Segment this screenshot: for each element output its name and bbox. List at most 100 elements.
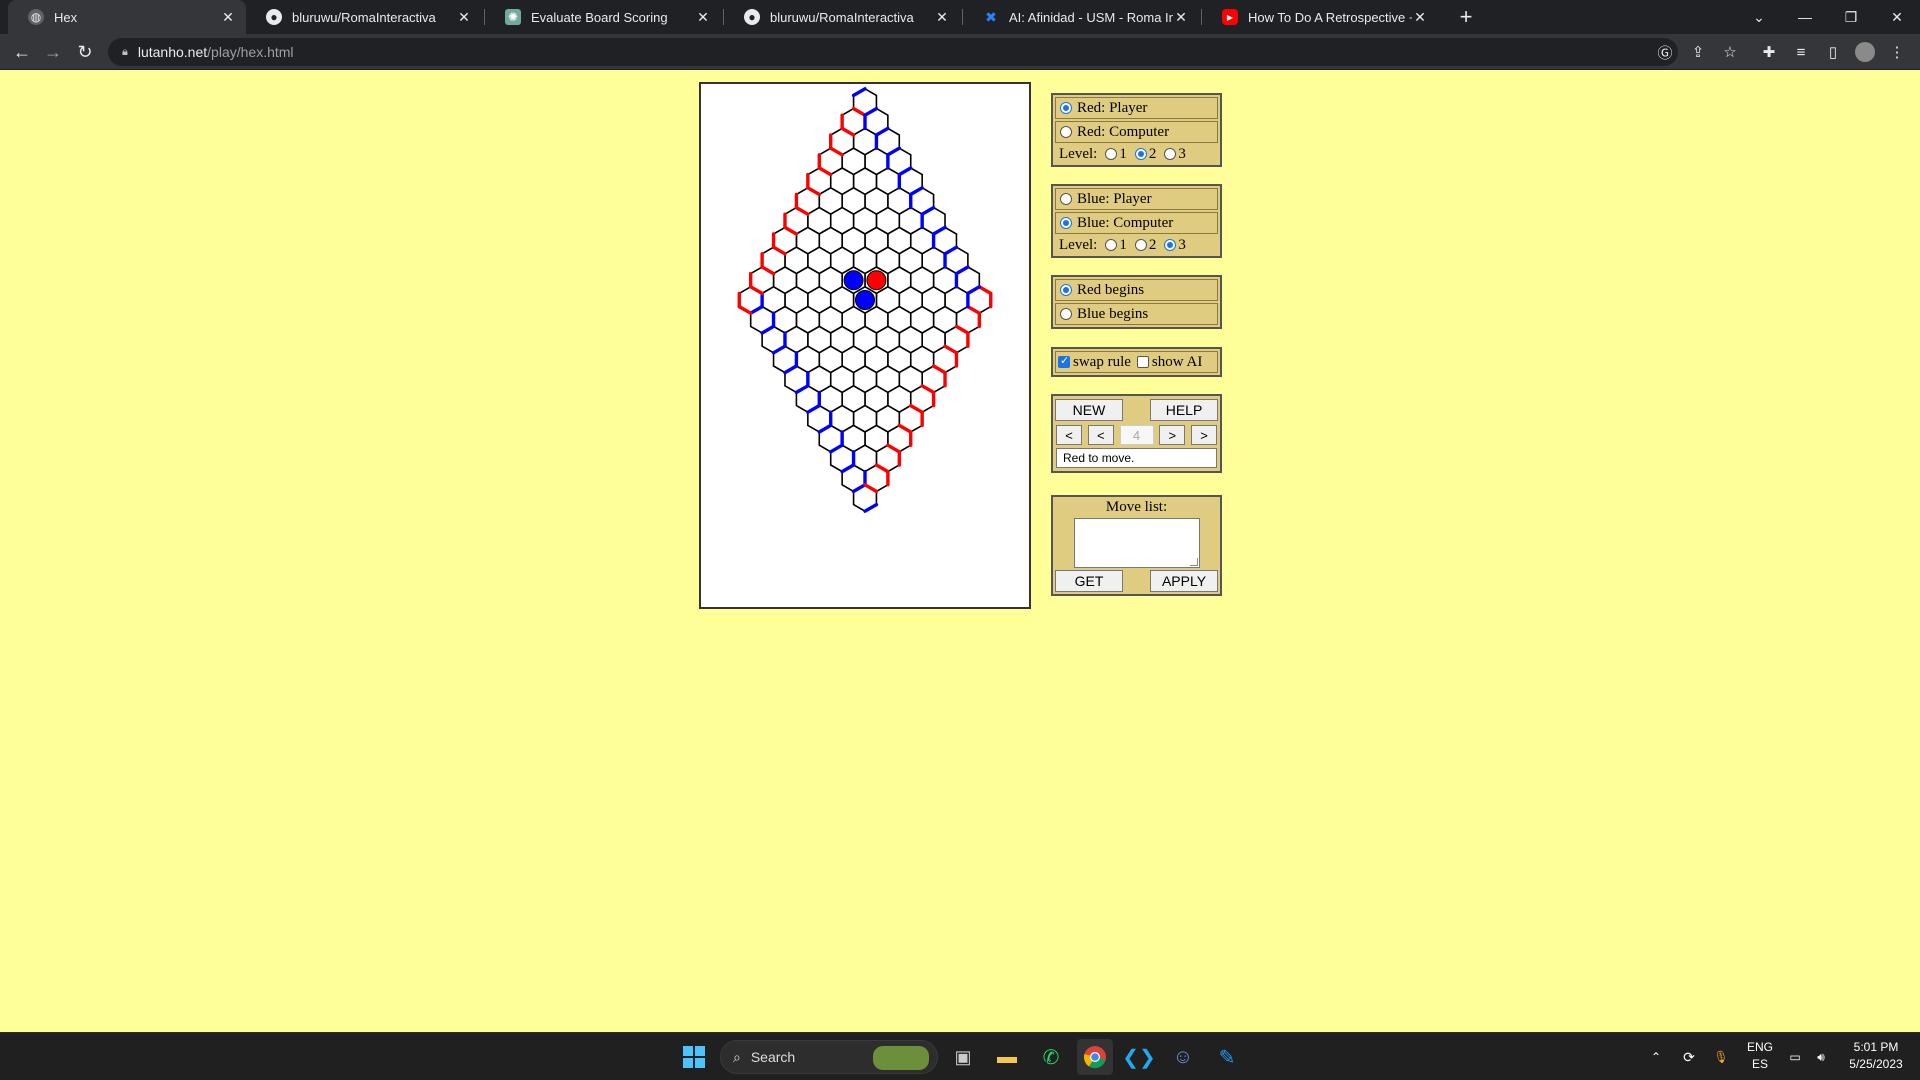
red-level-1-radio[interactable] [1105, 148, 1118, 160]
close-icon[interactable]: ✕ [1173, 9, 1189, 26]
whatsapp-icon[interactable]: ✆ [1033, 1039, 1069, 1075]
back-button[interactable]: ← [8, 38, 36, 66]
tab-jira[interactable]: ✖ AI: Afinidad - USM - Roma Intera ✕ [963, 0, 1199, 34]
hex-board[interactable] [701, 84, 1029, 607]
help-button[interactable]: HELP [1150, 399, 1218, 421]
chatgpt-icon: ✺ [505, 9, 521, 25]
red-player-option[interactable]: Red: Player [1055, 97, 1218, 119]
media-queue-icon[interactable]: ≡ [1787, 38, 1815, 66]
share-icon[interactable]: ⇪ [1684, 38, 1712, 66]
side-panel-icon[interactable]: ▯ [1819, 38, 1847, 66]
github-icon: ● [744, 9, 760, 25]
sync-icon[interactable]: ⟳ [1678, 1033, 1700, 1080]
red-computer-radio[interactable] [1060, 126, 1072, 138]
volume-icon[interactable]: 🔊︎ [1810, 1033, 1832, 1080]
language-indicator[interactable]: ENG ES [1742, 1039, 1778, 1073]
forward-button[interactable]: → [39, 38, 67, 66]
tab-github-2[interactable]: ● bluruwu/RomaInteractiva ✕ [724, 0, 960, 34]
move-list-textarea[interactable] [1073, 518, 1200, 568]
taskbar-search[interactable]: ⌕ Search [720, 1040, 938, 1074]
apply-button[interactable]: APPLY [1150, 570, 1218, 592]
previous-move-button[interactable]: < [1087, 425, 1114, 445]
blue-computer-option[interactable]: Blue: Computer [1055, 212, 1218, 234]
red-begins-label: Red begins [1077, 281, 1145, 298]
blue-begins-radio[interactable] [1060, 308, 1072, 320]
blue-level-1-radio[interactable] [1105, 239, 1118, 251]
new-game-button[interactable]: NEW [1055, 399, 1123, 421]
windows-taskbar: ⌕ Search ▣ ▬ ✆ ❮❯ ☺ ✎ ⌃ ⟳ 🎙︎ ENG ES ▭ 🔊︎… [0, 1032, 1920, 1080]
tab-youtube[interactable]: ▶ How To Do A Retrospective + (St ✕ [1202, 0, 1438, 34]
system-clock[interactable]: 5:01 PM 5/25/2023 [1840, 1039, 1912, 1073]
tab-evaluate-board[interactable]: ✺ Evaluate Board Scoring ✕ [485, 0, 721, 34]
close-icon[interactable]: ✕ [695, 9, 711, 26]
clock-date: 5/25/2023 [1849, 1057, 1903, 1071]
options-panel: swap rule show AI [1051, 347, 1222, 377]
close-icon[interactable]: ✕ [1412, 9, 1428, 26]
tab-hex[interactable]: ◍ Hex ✕ [8, 0, 246, 34]
bookmark-star-icon[interactable]: ☆ [1716, 38, 1744, 66]
blue-stone [854, 289, 876, 311]
more-menu-icon[interactable]: ⋮ [1883, 38, 1911, 66]
level-2-label: 2 [1148, 236, 1157, 253]
blue-player-radio[interactable] [1060, 193, 1072, 205]
language-code: ENG [1746, 1040, 1773, 1054]
blue-player-option[interactable]: Blue: Player [1055, 188, 1218, 210]
windows-start-icon[interactable] [676, 1039, 712, 1075]
tray-overflow-icon[interactable]: ⌃ [1646, 1033, 1666, 1080]
swap-rule-checkbox[interactable] [1058, 354, 1070, 368]
red-level-row: Level: 1 2 3 [1055, 145, 1218, 163]
paint-app-icon[interactable]: ✎ [1209, 1039, 1245, 1075]
task-view-icon[interactable]: ▣ [945, 1039, 981, 1075]
profile-avatar-icon[interactable] [1851, 38, 1879, 66]
move-navigation-row: < < 4 > > [1056, 425, 1217, 445]
tab-title: How To Do A Retrospective + (St [1248, 9, 1412, 25]
status-text: Red to move. [1056, 448, 1217, 468]
globe-icon: ◍ [28, 9, 44, 25]
tab-search-chevron-icon[interactable]: ⌄ [1736, 0, 1782, 34]
restore-button[interactable]: ❐ [1828, 0, 1874, 34]
first-move-button[interactable]: < [1056, 425, 1082, 445]
blue-begins-option[interactable]: Blue begins [1055, 303, 1218, 325]
hex-board-frame [699, 82, 1031, 609]
search-highlight-image [873, 1046, 929, 1070]
microphone-icon[interactable]: 🎙︎ [1710, 1033, 1732, 1080]
minimize-button[interactable]: — [1782, 0, 1828, 34]
get-button[interactable]: GET [1055, 570, 1123, 592]
file-explorer-icon[interactable]: ▬ [989, 1039, 1025, 1075]
move-number-field[interactable]: 4 [1119, 425, 1154, 445]
extensions-icon[interactable]: ✚ [1755, 38, 1783, 66]
red-begins-option[interactable]: Red begins [1055, 279, 1218, 301]
close-icon[interactable]: ✕ [934, 9, 950, 26]
last-move-button[interactable]: > [1191, 425, 1217, 445]
red-computer-label: Red: Computer [1077, 123, 1170, 140]
vscode-icon[interactable]: ❮❯ [1121, 1039, 1157, 1075]
red-level-2-radio[interactable] [1134, 148, 1147, 160]
close-icon[interactable]: ✕ [220, 9, 236, 26]
blue-computer-radio[interactable] [1060, 217, 1072, 229]
red-level-3-radio[interactable] [1164, 148, 1177, 160]
new-tab-button[interactable]: + [1453, 4, 1479, 30]
close-window-button[interactable]: ✕ [1874, 0, 1920, 34]
start-player-panel: Red begins Blue begins [1051, 275, 1222, 329]
google-lens-icon[interactable]: Ⓖ [1651, 38, 1679, 66]
swap-rule-label: swap rule [1073, 353, 1131, 370]
tab-github-1[interactable]: ● bluruwu/RomaInteractiva ✕ [246, 0, 482, 34]
blue-level-2-radio[interactable] [1134, 239, 1147, 251]
red-computer-option[interactable]: Red: Computer [1055, 121, 1218, 143]
blue-begins-label: Blue begins [1077, 305, 1149, 322]
discord-icon[interactable]: ☺ [1165, 1039, 1201, 1075]
show-ai-checkbox[interactable] [1136, 356, 1149, 368]
close-icon[interactable]: ✕ [456, 9, 472, 26]
red-begins-radio[interactable] [1060, 284, 1072, 296]
address-bar[interactable]: 🔒︎ lutanho.net/play/hex.html [108, 38, 1678, 66]
level-label: Level: [1059, 236, 1098, 253]
blue-level-3-radio[interactable] [1164, 239, 1177, 251]
url-path: /play/hex.html [207, 44, 294, 60]
reload-button[interactable]: ↻ [71, 38, 99, 66]
blue-stone [843, 270, 864, 291]
chrome-icon[interactable] [1077, 1039, 1113, 1075]
next-move-button[interactable]: > [1159, 425, 1186, 445]
red-player-radio[interactable] [1060, 102, 1072, 114]
network-icon[interactable]: ▭ [1784, 1033, 1806, 1080]
level-1-label: 1 [1119, 236, 1127, 253]
